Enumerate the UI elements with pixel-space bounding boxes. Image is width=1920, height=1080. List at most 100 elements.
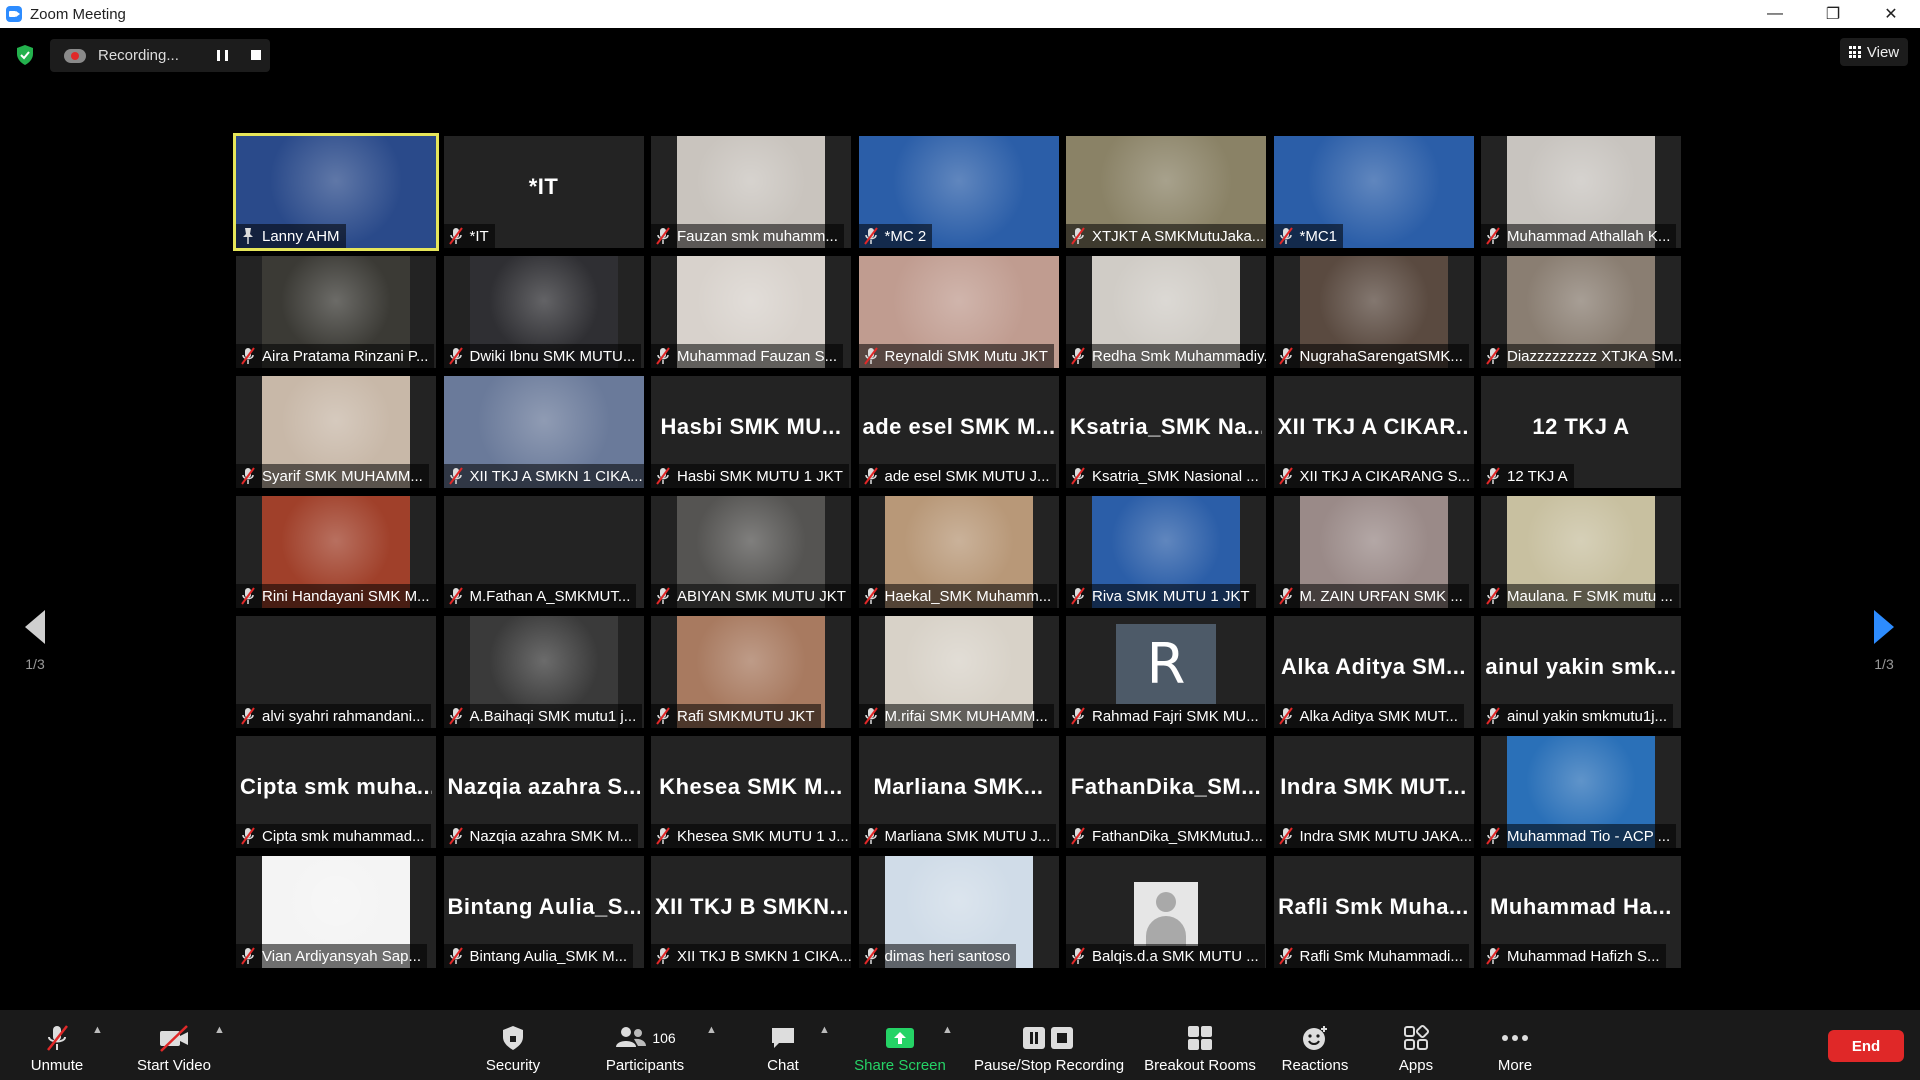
participant-tile[interactable]: Redha Smk Muhammadiy... bbox=[1066, 256, 1266, 368]
participant-namebar: 12 TKJ A bbox=[1481, 464, 1574, 488]
participants-button[interactable]: 106 Participants bbox=[598, 1018, 692, 1074]
participant-tile[interactable]: Dwiki Ibnu SMK MUTU... bbox=[443, 256, 644, 368]
restore-button[interactable]: ❐ bbox=[1804, 0, 1862, 28]
view-button[interactable]: View bbox=[1840, 38, 1908, 66]
start-video-button[interactable]: Start Video bbox=[131, 1018, 217, 1074]
reactions-button[interactable]: Reactions bbox=[1278, 1018, 1352, 1074]
participant-tile[interactable]: Rafi SMKMUTU JKT bbox=[651, 616, 851, 728]
view-label: View bbox=[1866, 43, 1900, 61]
participant-tile[interactable]: *IT *IT bbox=[443, 136, 644, 248]
next-page[interactable]: 1/3 bbox=[1864, 610, 1904, 672]
chat-options-caret[interactable]: ▲ bbox=[819, 1024, 830, 1036]
grid-view-icon bbox=[1848, 46, 1861, 58]
more-button[interactable]: More bbox=[1490, 1018, 1540, 1074]
share-options-caret[interactable]: ▲ bbox=[942, 1024, 953, 1036]
participant-tile[interactable]: Muhammad Fauzan S... bbox=[651, 256, 851, 368]
participant-tile[interactable]: Balqis.d.a SMK MUTU ... bbox=[1066, 856, 1266, 968]
participant-tile[interactable]: Maulana. F SMK mutu ... bbox=[1481, 496, 1681, 608]
participant-tile[interactable]: Riva SMK MUTU 1 JKT bbox=[1066, 496, 1266, 608]
participant-tile[interactable]: Lanny AHM bbox=[233, 133, 439, 251]
participant-tile[interactable]: *MC 2 bbox=[858, 136, 1059, 248]
participant-namebar: ABIYAN SMK MUTU JKT bbox=[651, 584, 851, 608]
participant-tile[interactable]: Muhammad Tio - ACP ... bbox=[1481, 736, 1681, 848]
participant-tile[interactable]: R Rahmad Fajri SMK MU... bbox=[1066, 616, 1266, 728]
minimize-button[interactable]: — bbox=[1746, 0, 1804, 28]
participant-tile[interactable]: Aira Pratama Rinzani P... bbox=[236, 256, 436, 368]
participant-tile[interactable]: XII TKJ B SMKN... XII TKJ B SMKN 1 CIKA..… bbox=[651, 856, 851, 968]
participant-tile[interactable]: M.Fathan A_SMKMUT... bbox=[443, 496, 644, 608]
apps-button[interactable]: Apps bbox=[1392, 1018, 1440, 1074]
arrow-right-icon[interactable] bbox=[1874, 610, 1894, 644]
participant-tile[interactable]: ainul yakin smk... ainul yakin smkmutu1j.… bbox=[1481, 616, 1681, 728]
participant-namebar: Bintang Aulia_SMK M... bbox=[443, 944, 634, 968]
participant-tile[interactable]: Diazzzzzzzzz XTJKA SM... bbox=[1481, 256, 1681, 368]
participant-tile[interactable]: alvi syahri rahmandani... bbox=[236, 616, 436, 728]
more-ellipsis-icon bbox=[1502, 1035, 1528, 1041]
participant-tile[interactable]: Cipta smk muha... Cipta smk muhammad... bbox=[236, 736, 436, 848]
muted-microphone-icon bbox=[241, 947, 255, 965]
chat-button[interactable]: Chat bbox=[758, 1018, 808, 1074]
participant-tile[interactable]: Syarif SMK MUHAMM... bbox=[236, 376, 436, 488]
participant-tile[interactable]: Haekal_SMK Muhamm... bbox=[858, 496, 1059, 608]
participant-tile[interactable]: ABIYAN SMK MUTU JKT bbox=[651, 496, 851, 608]
participant-tile[interactable]: XII TKJ A SMKN 1 CIKA... bbox=[443, 376, 644, 488]
participant-tile[interactable]: dimas heri santoso bbox=[858, 856, 1059, 968]
arrow-left-icon[interactable] bbox=[25, 610, 45, 644]
stop-recording-icon[interactable] bbox=[251, 50, 261, 60]
participant-tile[interactable]: FathanDika_SM... FathanDika_SMKMutuJ... bbox=[1066, 736, 1266, 848]
participant-tile[interactable]: 12 TKJ A 12 TKJ A bbox=[1481, 376, 1681, 488]
close-button[interactable]: ✕ bbox=[1862, 0, 1920, 28]
audio-options-caret[interactable]: ▲ bbox=[92, 1024, 103, 1036]
participant-tile[interactable]: Muhammad Athallah K... bbox=[1481, 136, 1681, 248]
participant-tile[interactable]: Bintang Aulia_S... Bintang Aulia_SMK M... bbox=[443, 856, 644, 968]
participant-name: XII TKJ B SMKN 1 CIKA... bbox=[677, 947, 851, 965]
pause-stop-recording-button[interactable]: Pause/Stop Recording bbox=[968, 1018, 1130, 1074]
participant-display-name: ainul yakin smk... bbox=[1485, 654, 1677, 679]
muted-microphone-icon bbox=[1071, 347, 1085, 365]
participant-tile[interactable]: Hasbi SMK MU... Hasbi SMK MUTU 1 JKT bbox=[651, 376, 851, 488]
participant-name: Muhammad Tio - ACP ... bbox=[1507, 827, 1671, 845]
muted-microphone-icon bbox=[241, 467, 255, 485]
more-label: More bbox=[1497, 1057, 1533, 1074]
breakout-rooms-button[interactable]: Breakout Rooms bbox=[1140, 1018, 1260, 1074]
unmute-button[interactable]: Unmute bbox=[22, 1018, 92, 1074]
participant-tile[interactable]: ade esel SMK M... ade esel SMK MUTU J... bbox=[858, 376, 1059, 488]
participant-namebar: Vian Ardiyansyah Sap... bbox=[236, 944, 427, 968]
share-screen-button[interactable]: Share Screen bbox=[852, 1018, 948, 1074]
participant-tile[interactable]: Rafli Smk Muha... Rafli Smk Muhammadi... bbox=[1273, 856, 1474, 968]
participant-tile[interactable]: Khesea SMK M... Khesea SMK MUTU 1 J... bbox=[651, 736, 851, 848]
participant-display-name: Bintang Aulia_S... bbox=[447, 894, 640, 919]
participant-namebar: NugrahaSarengatSMK... bbox=[1273, 344, 1469, 368]
pause-recording-icon[interactable] bbox=[217, 50, 228, 61]
participant-tile[interactable]: Fauzan smk muhamm... bbox=[651, 136, 851, 248]
participant-tile[interactable]: Alka Aditya SM... Alka Aditya SMK MUT... bbox=[1273, 616, 1474, 728]
video-options-caret[interactable]: ▲ bbox=[214, 1024, 225, 1036]
encryption-shield-icon[interactable] bbox=[15, 44, 35, 66]
muted-microphone-icon bbox=[1278, 587, 1293, 605]
participant-tile[interactable]: Nazqia azahra S... Nazqia azahra SMK M... bbox=[443, 736, 644, 848]
participant-tile[interactable]: Rini Handayani SMK M... bbox=[236, 496, 436, 608]
participant-tile[interactable]: *MC1 bbox=[1273, 136, 1474, 248]
participant-tile[interactable]: M. ZAIN URFAN SMK ... bbox=[1273, 496, 1474, 608]
participant-tile[interactable]: A.Baihaqi SMK mutu1 j... bbox=[443, 616, 644, 728]
participant-tile[interactable]: NugrahaSarengatSMK... bbox=[1273, 256, 1474, 368]
participant-tile[interactable]: M.rifai SMK MUHAMM... bbox=[858, 616, 1059, 728]
participant-namebar: FathanDika_SMKMutuJ... bbox=[1066, 824, 1266, 848]
participant-tile[interactable]: Reynaldi SMK Mutu JKT bbox=[858, 256, 1059, 368]
participant-tile[interactable]: Vian Ardiyansyah Sap... bbox=[236, 856, 436, 968]
participant-namebar: XII TKJ A CIKARANG S... bbox=[1273, 464, 1474, 488]
participant-tile[interactable]: Muhammad Ha... Muhammad Hafizh S... bbox=[1481, 856, 1681, 968]
participant-tile[interactable]: XII TKJ A CIKAR... XII TKJ A CIKARANG S..… bbox=[1273, 376, 1474, 488]
participant-display-name: *IT bbox=[528, 174, 559, 199]
participant-tile[interactable]: Ksatria_SMK Na... Ksatria_SMK Nasional ..… bbox=[1066, 376, 1266, 488]
participant-tile[interactable]: XTJKT A SMKMutuJaka... bbox=[1066, 136, 1266, 248]
muted-microphone-icon bbox=[1486, 707, 1500, 725]
participant-tile[interactable]: Indra SMK MUT... Indra SMK MUTU JAKA... bbox=[1273, 736, 1474, 848]
participants-options-caret[interactable]: ▲ bbox=[706, 1024, 717, 1036]
participant-namebar: Nazqia azahra SMK M... bbox=[443, 824, 639, 848]
end-meeting-button[interactable]: End bbox=[1828, 1030, 1904, 1062]
participant-tile[interactable]: Marliana SMK... Marliana SMK MUTU J... bbox=[858, 736, 1059, 848]
previous-page[interactable]: 1/3 bbox=[15, 610, 55, 672]
participant-name: Vian Ardiyansyah Sap... bbox=[262, 947, 421, 965]
security-button[interactable]: Security bbox=[478, 1018, 548, 1074]
